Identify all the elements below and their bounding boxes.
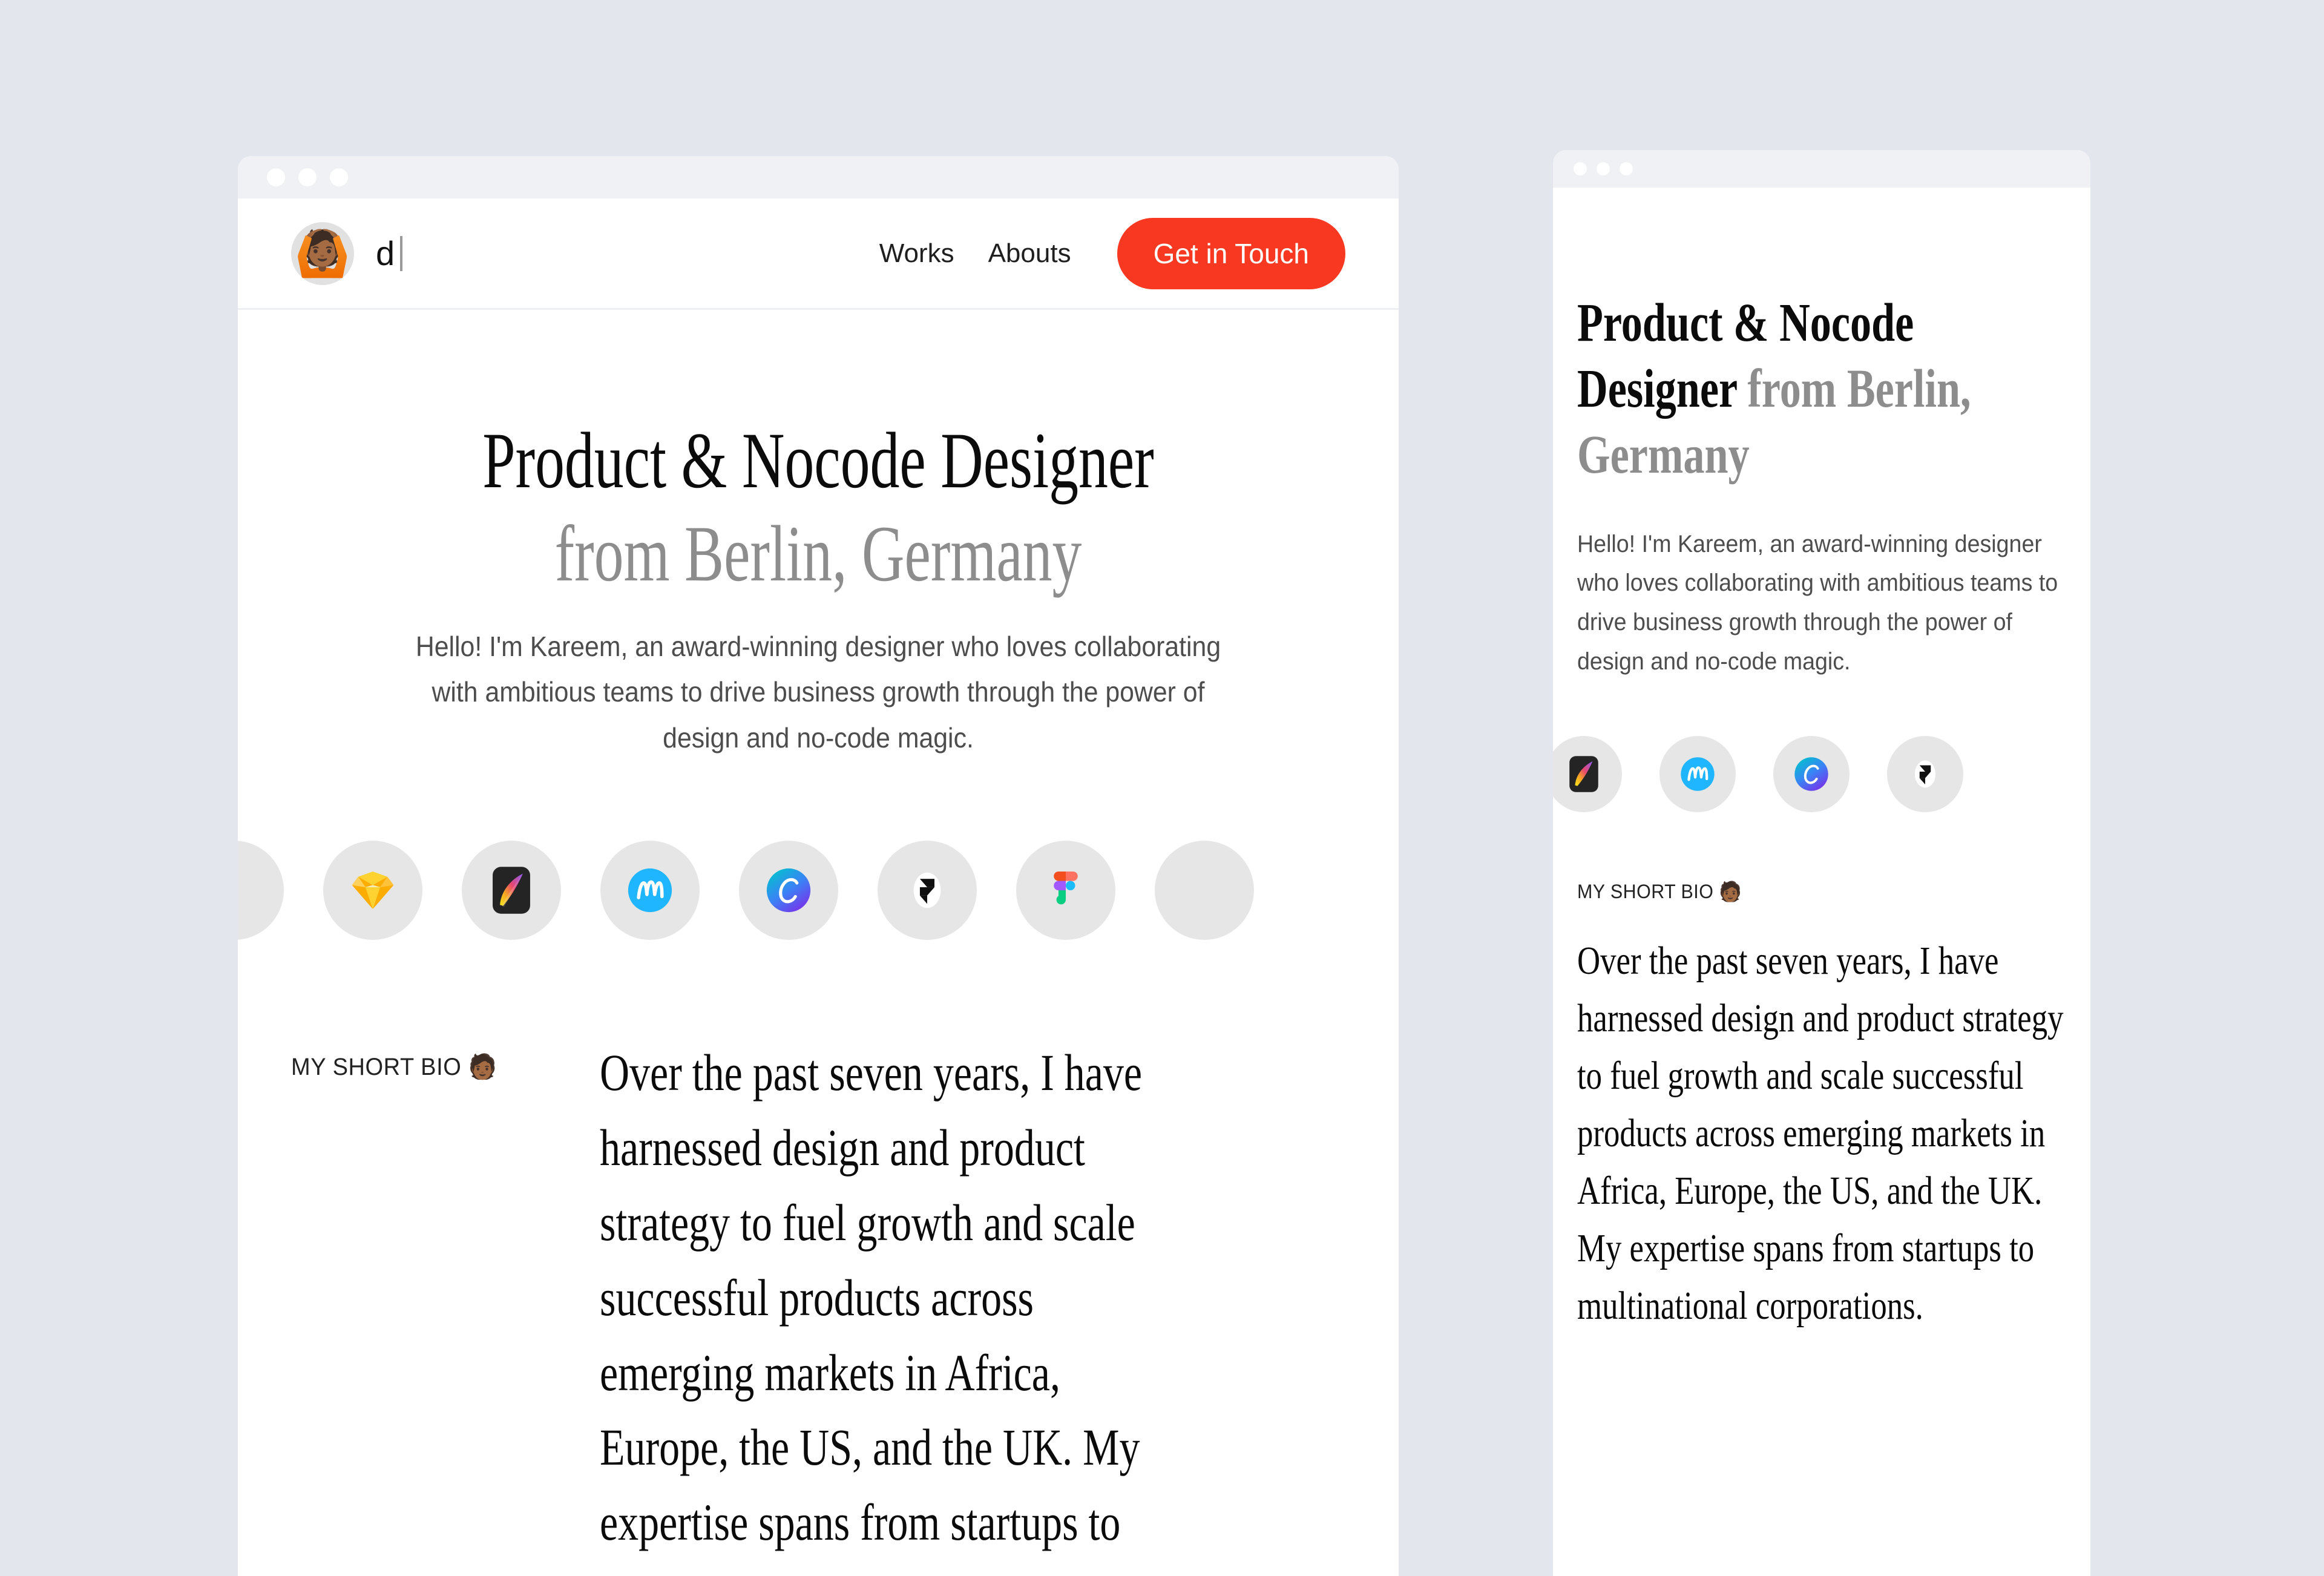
tool-chip-marvel[interactable] — [600, 841, 700, 941]
framer-icon — [1914, 760, 1936, 788]
tool-chip-empty-left[interactable] — [238, 841, 284, 941]
tool-chip-framer[interactable] — [878, 841, 977, 941]
nav-link-abouts[interactable]: Abouts — [971, 238, 1088, 269]
mobile-tool-logo-carousel[interactable] — [1553, 735, 2035, 812]
screenshot-stage: 🙆🏾 d Works Abouts Get in Touch Product &… — [0, 0, 2324, 1576]
mobile-titlebar — [1553, 150, 2090, 188]
marvel-icon — [1681, 757, 1715, 791]
bio-label: MY SHORT BIO 🧑🏾 — [291, 1036, 585, 1576]
brand[interactable]: 🙆🏾 d — [291, 222, 402, 285]
window-dot-minimize-icon[interactable] — [298, 168, 317, 186]
desktop-browser-window: 🙆🏾 d Works Abouts Get in Touch Product &… — [238, 156, 1399, 1576]
procreate-icon — [493, 867, 530, 914]
primary-nav: Works Abouts Get in Touch — [862, 217, 1345, 289]
figma-icon — [1054, 872, 1078, 905]
tool-chip-procreate[interactable] — [462, 841, 561, 941]
mobile-browser-window: Product & Nocode Designer from Berlin, G… — [1553, 150, 2090, 1576]
tool-chip-sketch[interactable] — [323, 841, 422, 941]
get-in-touch-button[interactable]: Get in Touch — [1117, 217, 1345, 289]
hero-section: Product & Nocode Designer from Berlin, G… — [238, 310, 1399, 761]
canva-icon — [766, 868, 811, 913]
mobile-tool-chip-procreate[interactable] — [1553, 735, 1622, 812]
mobile-bio-label-text: MY SHORT BIO — [1577, 880, 1714, 902]
window-dot-close-icon[interactable] — [267, 168, 285, 186]
bio-text: Over the past seven years, I have harnes… — [600, 1043, 1143, 1576]
mobile-page-body: Product & Nocode Designer from Berlin, G… — [1553, 188, 2090, 1576]
person-emoji-icon: 🧑🏾 — [468, 1053, 497, 1082]
mobile-tool-chip-framer[interactable] — [1887, 735, 1963, 812]
canva-icon — [1794, 757, 1828, 791]
sketch-icon — [352, 872, 394, 910]
mobile-window-dot-minimize-icon[interactable] — [1597, 162, 1610, 176]
brand-name-text: d — [376, 234, 395, 272]
mobile-hero-subtitle: Hello! I'm Kareem, an award-winning desi… — [1577, 530, 2058, 675]
bio-section: MY SHORT BIO 🧑🏾 Over the past seven year… — [238, 1036, 1399, 1576]
avatar: 🙆🏾 — [291, 222, 354, 285]
mobile-window-dot-close-icon[interactable] — [1574, 162, 1587, 176]
person-emoji-icon: 🧑🏾 — [1719, 879, 1742, 903]
page-title: Product & Nocode Designer from Berlin, G… — [456, 414, 1180, 601]
mobile-tool-chip-marvel[interactable] — [1659, 735, 1736, 812]
framer-icon — [913, 872, 941, 908]
window-dot-maximize-icon[interactable] — [330, 168, 348, 186]
hero-title-muted: from Berlin, Germany — [554, 509, 1082, 599]
bio-label-text: MY SHORT BIO — [291, 1054, 462, 1081]
tool-chip-empty-right[interactable] — [1155, 841, 1254, 941]
mobile-bio-label: MY SHORT BIO 🧑🏾 — [1577, 880, 2042, 903]
procreate-icon — [1569, 756, 1598, 792]
hero-title-main: Product & Nocode Designer — [482, 416, 1154, 505]
site-header: 🙆🏾 d Works Abouts Get in Touch — [238, 199, 1399, 310]
mobile-tool-chip-canva[interactable] — [1773, 735, 1850, 812]
tool-chip-figma[interactable] — [1016, 841, 1115, 941]
desktop-titlebar — [238, 156, 1399, 199]
brand-name: d — [376, 234, 402, 273]
marvel-icon — [628, 868, 672, 913]
mobile-window-dot-maximize-icon[interactable] — [1620, 162, 1633, 176]
tool-logo-carousel[interactable] — [238, 841, 1345, 941]
mobile-bio-text: Over the past seven years, I have harnes… — [1577, 938, 2064, 1328]
nav-link-works[interactable]: Works — [862, 238, 971, 269]
text-cursor-icon — [399, 235, 402, 271]
mobile-page-title: Product & Nocode Designer from Berlin, G… — [1577, 291, 2066, 488]
hero-subtitle: Hello! I'm Kareem, an award-winning desi… — [415, 630, 1221, 754]
tool-chip-canva[interactable] — [739, 841, 838, 941]
desktop-page-body: Product & Nocode Designer from Berlin, G… — [238, 310, 1399, 1576]
